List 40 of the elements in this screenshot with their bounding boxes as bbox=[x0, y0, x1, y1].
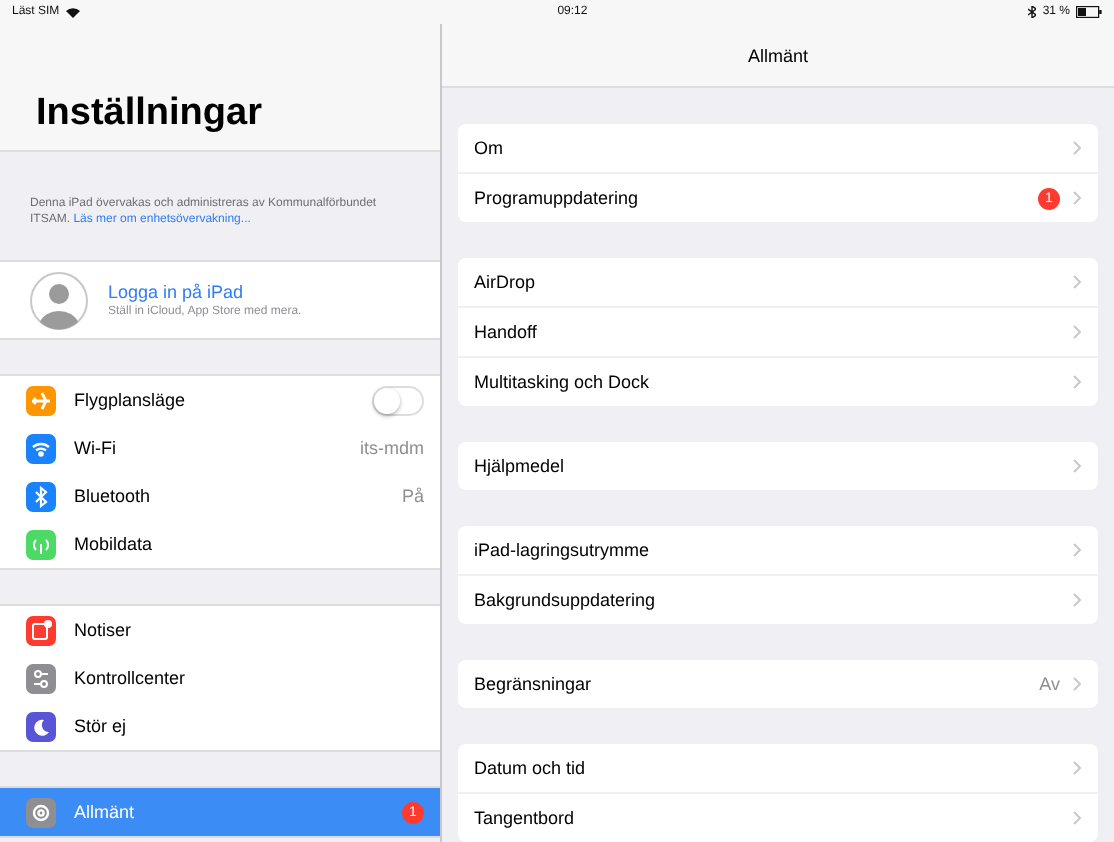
chevron-icon bbox=[1072, 458, 1082, 474]
settings-row[interactable]: Handoff bbox=[458, 308, 1098, 358]
item-value: its-mdm bbox=[360, 438, 424, 458]
chevron-icon bbox=[1072, 810, 1082, 826]
settings-row[interactable]: AirDrop bbox=[458, 258, 1098, 308]
gear-icon bbox=[26, 797, 56, 827]
chevron-icon bbox=[1072, 190, 1082, 206]
chevron-icon bbox=[1072, 592, 1082, 608]
antenna-icon bbox=[26, 529, 56, 559]
row-value: Av bbox=[1039, 674, 1060, 694]
bluetooth-icon bbox=[26, 481, 56, 511]
settings-row[interactable]: Hjälpmedel bbox=[458, 442, 1098, 490]
notification-icon bbox=[26, 615, 56, 645]
toggles-icon bbox=[26, 663, 56, 693]
airplane-icon bbox=[26, 385, 56, 415]
settings-row[interactable]: iPad-lagringsutrymme bbox=[458, 526, 1098, 576]
wifi-icon bbox=[65, 6, 80, 18]
chevron-icon bbox=[1072, 374, 1082, 390]
item-value: På bbox=[401, 486, 424, 506]
settings-row[interactable]: Tangentbord bbox=[458, 794, 1098, 842]
bluetooth-icon bbox=[1028, 6, 1037, 18]
account-title: Logga in på iPad bbox=[108, 282, 246, 302]
chevron-icon bbox=[1072, 676, 1082, 692]
page-title: Allmänt bbox=[747, 45, 808, 65]
chevron-icon bbox=[1072, 324, 1082, 340]
sidebar-title: Inställningar bbox=[36, 92, 262, 136]
battery-icon bbox=[1076, 6, 1102, 18]
chevron-icon bbox=[1072, 760, 1082, 776]
wifi-icon bbox=[26, 433, 56, 463]
avatar-icon bbox=[30, 271, 88, 329]
toggle-switch[interactable] bbox=[372, 385, 424, 415]
settings-row[interactable]: Om bbox=[458, 124, 1098, 174]
settings-row[interactable]: Begränsningar Av bbox=[458, 660, 1098, 708]
settings-row[interactable]: Multitasking och Dock bbox=[458, 358, 1098, 406]
chevron-icon bbox=[1072, 274, 1082, 290]
settings-row[interactable]: Bakgrundsuppdatering bbox=[458, 576, 1098, 624]
chevron-icon bbox=[1072, 542, 1082, 558]
chevron-icon bbox=[1072, 140, 1082, 156]
settings-row[interactable]: Datum och tid bbox=[458, 744, 1098, 794]
moon-icon bbox=[26, 711, 56, 741]
